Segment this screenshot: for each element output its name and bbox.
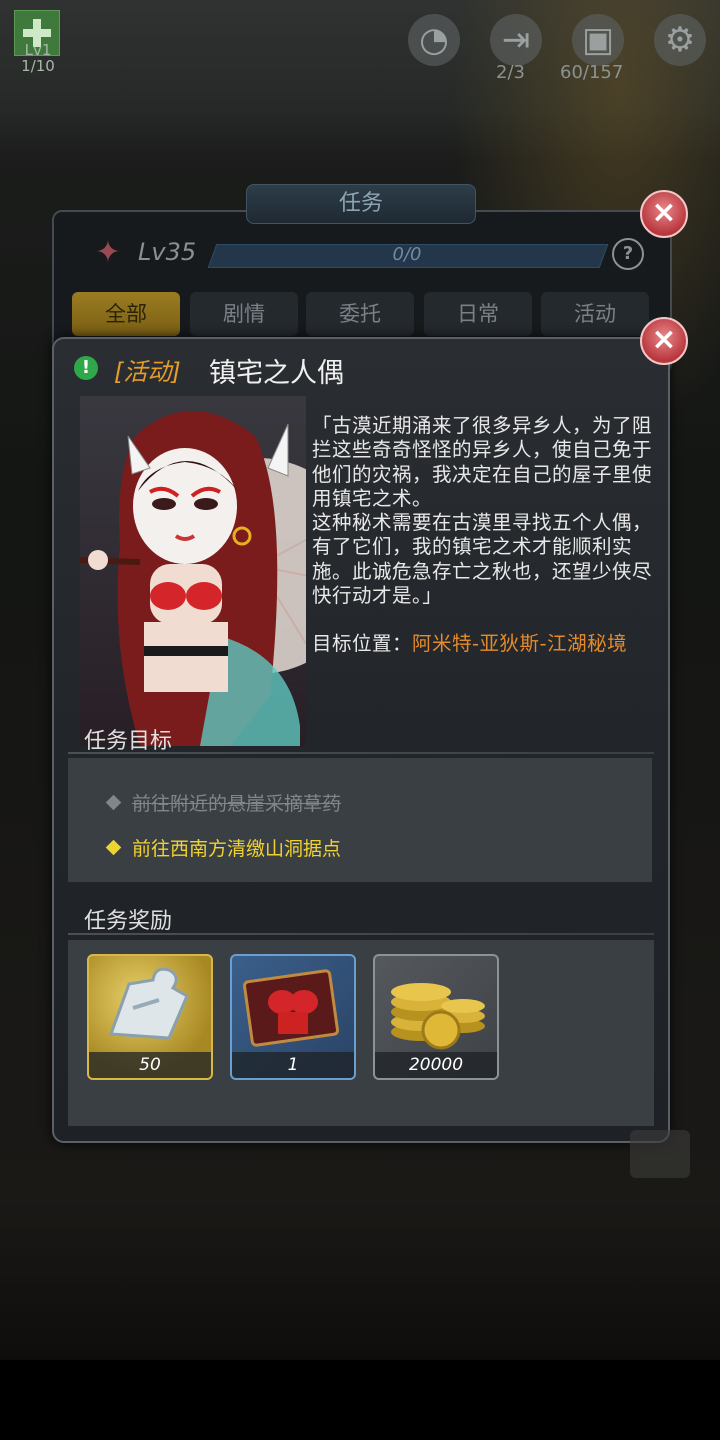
exp-text: 0/0	[392, 244, 422, 265]
objectives-title: 任务目标	[84, 729, 173, 754]
gear-icon[interactable]: ⚙	[654, 14, 706, 66]
stamina-count: 2/3	[496, 62, 525, 83]
objective-item-completed[interactable]: 前往附近的悬崖采摘草药	[105, 789, 342, 816]
reward-count: 1	[232, 1052, 354, 1078]
objective-diamond-icon	[105, 839, 122, 856]
tab-commission[interactable]: 委托	[306, 292, 414, 336]
quest-target-location: 目标位置：阿米特-亚狄斯-江湖秘境	[312, 632, 664, 656]
quest-name: 镇宅之人偶	[209, 358, 344, 389]
bottom-black-bar	[0, 1360, 720, 1440]
rank-badge-icon: ✦	[95, 235, 121, 270]
tab-event[interactable]: 活动	[541, 292, 649, 336]
objective-text: 前往附近的悬崖采摘草药	[132, 793, 342, 815]
bag-icon[interactable]: ▣	[572, 14, 624, 66]
hud-level-progress: 1/10	[21, 57, 55, 75]
menu-shortcut-icon[interactable]	[630, 1130, 690, 1178]
rewards-title: 任务奖励	[84, 909, 173, 934]
close-quest-detail-button[interactable]: ×	[640, 317, 688, 365]
player-level: Lv35	[138, 238, 197, 266]
gold-coins-icon	[391, 983, 485, 1050]
reward-count: 20000	[375, 1052, 497, 1078]
objective-item-active[interactable]: 前往西南方清缴山洞据点	[105, 834, 342, 861]
quest-panel-title: 任务	[246, 184, 476, 224]
quest-description: 「古漠近期涌来了很多异乡人，为了阻拦这些奇奇怪怪的异乡人，使自己免于他们的灾祸，…	[312, 414, 653, 608]
npc-portrait	[80, 396, 306, 746]
reward-item-outfit-chest[interactable]: 1	[230, 954, 356, 1080]
close-quest-panel-button[interactable]: ×	[640, 190, 688, 238]
puzzle-piece-icon	[108, 967, 189, 1040]
reward-item-puzzle[interactable]: 50	[87, 954, 213, 1080]
npc-portrait-art	[80, 411, 306, 746]
bag-count: 60/157	[560, 62, 624, 83]
hud-level-label: Lv1	[24, 41, 52, 59]
tab-all[interactable]: 全部	[72, 292, 180, 336]
exit-door-icon[interactable]: ⇥	[490, 14, 542, 66]
outfit-chest-icon	[242, 969, 340, 1047]
quest-type-label: [活动]	[114, 358, 181, 386]
objective-diamond-icon	[105, 794, 122, 811]
rewards-divider	[68, 933, 654, 935]
reward-count: 50	[89, 1052, 211, 1078]
target-location-label: 目标位置：	[312, 632, 413, 655]
objectives-list	[68, 758, 652, 882]
reward-item-gold-coins[interactable]: 20000	[373, 954, 499, 1080]
target-location-link[interactable]: 阿米特-亚狄斯-江湖秘境	[412, 632, 627, 655]
objective-text: 前往西南方清缴山洞据点	[132, 838, 342, 860]
quest-marker-icon: !	[74, 356, 98, 380]
tab-daily[interactable]: 日常	[424, 292, 532, 336]
hud-level: Lv1 1/10	[14, 42, 62, 74]
objectives-divider	[68, 752, 654, 754]
radar-icon[interactable]: ◔	[408, 14, 460, 66]
help-button[interactable]: ?	[612, 238, 644, 270]
tab-story[interactable]: 剧情	[190, 292, 298, 336]
